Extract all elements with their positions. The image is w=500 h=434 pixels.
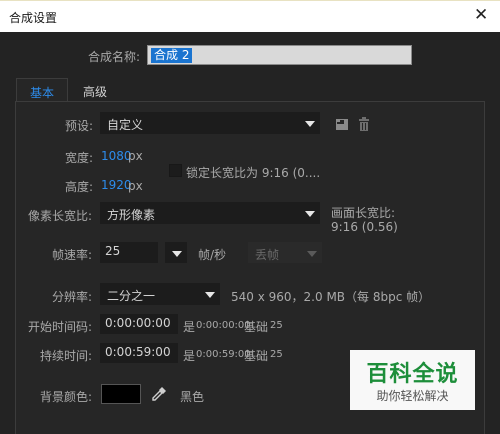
- trash-icon[interactable]: [355, 115, 373, 133]
- title-bar: 合成设置 ✕: [0, 0, 500, 32]
- start-timecode-base-label: 基础: [244, 320, 269, 334]
- frame-aspect-value: 9:16 (0.56): [331, 220, 398, 234]
- duration-input[interactable]: 0:00:59:00: [100, 343, 178, 363]
- duration-is-value: 0:00:59:00: [196, 349, 251, 360]
- chevron-down-icon: [172, 251, 182, 257]
- resolution-value: 二分之一: [107, 289, 156, 303]
- composition-name-value: 合成 2: [151, 48, 193, 63]
- pixel-aspect-dropdown[interactable]: 方形像素: [100, 202, 320, 224]
- watermark-subtitle: 助你轻松解决: [376, 389, 449, 403]
- frame-rate-value: 25: [105, 244, 121, 258]
- start-timecode-is: 是: [183, 320, 196, 334]
- chevron-down-icon: [305, 121, 315, 127]
- start-timecode-is-value: 0:00:00:00: [196, 320, 251, 331]
- resolution-info: 540 x 960，2.0 MB（每 8bpc 帧）: [231, 290, 431, 304]
- preset-label: 预设:: [65, 119, 94, 133]
- tab-basic-label: 基本: [30, 86, 55, 100]
- tab-basic[interactable]: 基本: [16, 78, 69, 102]
- start-timecode-input[interactable]: 0:00:00:00: [100, 314, 178, 334]
- start-timecode-base-value: 25: [270, 320, 283, 331]
- tab-advanced-label: 高级: [83, 85, 108, 99]
- duration-label: 持续时间:: [40, 349, 93, 363]
- chevron-down-icon: [307, 251, 317, 257]
- height-unit: px: [128, 179, 143, 193]
- duration-base-label: 基础: [244, 349, 269, 363]
- tab-advanced[interactable]: 高级: [70, 78, 120, 102]
- duration-value: 0:00:59:00: [105, 345, 171, 359]
- resolution-dropdown[interactable]: 二分之一: [100, 283, 220, 305]
- background-color-name: 黑色: [180, 390, 205, 404]
- width-unit: px: [128, 149, 143, 163]
- lock-aspect-label: 锁定长宽比为 9:16 (0....: [186, 166, 321, 180]
- composition-name-label: 合成名称:: [88, 50, 141, 64]
- frame-rate-label: 帧速率:: [52, 248, 93, 262]
- frame-rate-input[interactable]: 25: [100, 242, 158, 263]
- duration-is: 是: [183, 349, 196, 363]
- chevron-down-icon: [305, 211, 315, 217]
- save-preset-icon[interactable]: [333, 115, 351, 133]
- background-color-label: 背景颜色:: [40, 390, 93, 404]
- window-title: 合成设置: [9, 11, 58, 25]
- drop-frame-value: 丢帧: [255, 248, 280, 262]
- resolution-label: 分辨率:: [52, 290, 93, 304]
- preset-value: 自定义: [107, 118, 144, 132]
- pixel-aspect-value: 方形像素: [107, 208, 156, 222]
- frame-rate-unit: 帧/秒: [198, 248, 227, 262]
- height-value[interactable]: 1920: [101, 178, 132, 192]
- preset-dropdown[interactable]: 自定义: [100, 112, 320, 134]
- eyedropper-icon[interactable]: [150, 385, 168, 403]
- background-color-swatch[interactable]: [101, 384, 141, 404]
- watermark-title: 百科全说: [366, 362, 459, 387]
- lock-aspect-checkbox[interactable]: [169, 164, 182, 177]
- composition-name-input[interactable]: 合成 2: [147, 45, 412, 65]
- watermark-logo: 百科全说 助你轻松解决: [350, 350, 475, 410]
- close-icon[interactable]: ✕: [474, 5, 488, 25]
- frame-rate-dropdown[interactable]: [165, 242, 187, 263]
- duration-base-value: 25: [270, 349, 283, 360]
- chevron-down-icon: [205, 292, 215, 298]
- width-label: 宽度:: [65, 151, 94, 165]
- frame-aspect-label: 画面长宽比:: [331, 206, 396, 220]
- width-value[interactable]: 1080: [101, 149, 132, 163]
- start-timecode-value: 0:00:00:00: [105, 316, 171, 330]
- drop-frame-dropdown: 丢帧: [248, 242, 322, 263]
- pixel-aspect-label: 像素长宽比:: [28, 209, 93, 223]
- height-label: 高度:: [65, 180, 94, 194]
- start-timecode-label: 开始时间码:: [28, 320, 93, 334]
